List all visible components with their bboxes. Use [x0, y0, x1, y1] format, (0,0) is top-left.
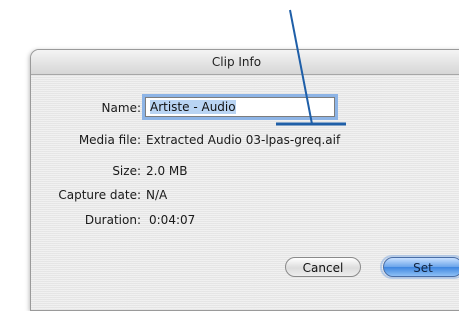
media-file-value: Extracted Audio 03-lpas-greq.aif: [146, 133, 341, 147]
duration-label: Duration:: [84, 213, 141, 227]
size-value: 2.0 MB: [146, 164, 188, 178]
cancel-button[interactable]: Cancel: [285, 257, 361, 277]
media-file-label: Media file:: [78, 133, 141, 147]
name-label: Name:: [101, 101, 141, 115]
capture-date-label: Capture date:: [58, 188, 141, 202]
size-label: Size:: [112, 164, 141, 178]
set-button[interactable]: Set: [380, 255, 459, 279]
clip-info-dialog: Clip Info Name: Artiste - Audio Media fi…: [30, 49, 459, 311]
name-field[interactable]: Artiste - Audio: [145, 97, 335, 117]
duration-value: 0:04:07: [149, 213, 196, 227]
name-field-value: Artiste - Audio: [150, 100, 236, 114]
dialog-title: Clip Info: [211, 55, 262, 69]
capture-date-value: N/A: [146, 188, 168, 202]
dialog-titlebar: Clip Info: [31, 50, 459, 75]
